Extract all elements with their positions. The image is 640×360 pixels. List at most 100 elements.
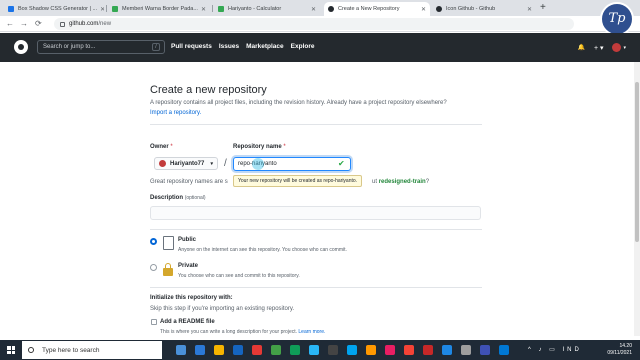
- description-label: Description (optional): [150, 195, 206, 201]
- taskbar-app-icon[interactable]: [404, 345, 414, 355]
- search-icon: [28, 347, 34, 353]
- clock[interactable]: 14.20 09/11/2021: [607, 343, 632, 357]
- create-new-dropdown[interactable]: + ▾: [594, 44, 604, 52]
- taskbar-app-icon[interactable]: [366, 345, 376, 355]
- tab-label: Hariyanto - Calculator: [228, 6, 282, 12]
- optional-note: (optional): [184, 195, 206, 201]
- add-readme-checkbox[interactable]: [151, 319, 157, 325]
- taskbar-search-placeholder: Type here to search: [42, 346, 100, 354]
- name-hint-text: Great repository names are s: [150, 179, 228, 185]
- url-path: /new: [98, 21, 112, 27]
- tab-label: Create a New Repository: [338, 6, 400, 12]
- import-repository-link[interactable]: Import a repository.: [150, 110, 201, 116]
- taskbar-app-icon[interactable]: [309, 345, 319, 355]
- public-title: Public: [178, 237, 197, 243]
- taskbar-app-icon[interactable]: [176, 345, 186, 355]
- close-icon[interactable]: ✕: [97, 6, 104, 13]
- repository-name-input[interactable]: [233, 157, 351, 171]
- add-readme-label[interactable]: Add a README file: [160, 319, 215, 325]
- taskbar-app-icon[interactable]: [271, 345, 281, 355]
- tab-label: Icon Github - Github: [446, 6, 496, 12]
- nav-issues[interactable]: Issues: [219, 43, 239, 50]
- initialize-title: Initialize this repository with:: [150, 295, 233, 301]
- back-arrow-icon[interactable]: ←: [6, 18, 14, 30]
- avatar: [612, 43, 622, 52]
- tab-favicon: [112, 6, 118, 12]
- tab-memberi-warna-border[interactable]: Memberi Warna Border Pada... ✕: [108, 2, 210, 16]
- private-title: Private: [178, 263, 199, 269]
- description-input[interactable]: [150, 206, 481, 220]
- readme-description-text: This is where you can write a long descr…: [160, 329, 298, 335]
- page-title: Create a new repository: [150, 84, 267, 96]
- taskbar-app-icon[interactable]: [423, 345, 433, 355]
- close-icon[interactable]: ✕: [198, 6, 206, 13]
- suggested-name-link[interactable]: redesigned-train: [379, 179, 426, 185]
- url-bar[interactable]: github.com/new: [54, 18, 574, 30]
- divider: [150, 287, 482, 288]
- mouse-cursor-highlight: [252, 158, 264, 170]
- taskbar-app-icon[interactable]: [347, 345, 357, 355]
- bell-icon[interactable]: 🔔: [577, 44, 584, 51]
- page-scrollbar[interactable]: [634, 62, 640, 336]
- url-domain: github.com: [69, 21, 99, 27]
- tab-box-shadow-generator[interactable]: Box Shadow CSS Generator | ... ✕: [4, 2, 104, 16]
- taskbar-app-icon[interactable]: [195, 345, 205, 355]
- learn-more-link[interactable]: Learn more.: [298, 329, 325, 335]
- search-placeholder: Search or jump to...: [43, 44, 96, 50]
- taskbar-app-icon[interactable]: [480, 345, 490, 355]
- nav-explore[interactable]: Explore: [291, 43, 315, 50]
- public-radio[interactable]: [150, 238, 157, 245]
- required-mark: *: [170, 144, 173, 150]
- tab-icon-github[interactable]: Icon Github - Github ✕: [432, 2, 536, 16]
- scrollbar-thumb[interactable]: [635, 82, 639, 242]
- windows-taskbar: Type here to search ^ ♪ ▭ IND 14.20 09/1…: [0, 340, 640, 360]
- taskbar-app-icon[interactable]: [252, 345, 262, 355]
- repo-name-label-text: Repository name: [233, 144, 282, 150]
- suggestion-end: ?: [425, 179, 430, 185]
- owner-select[interactable]: Hariyanto77 ▾: [154, 157, 218, 170]
- taskbar-app-icon[interactable]: [461, 345, 471, 355]
- github-favicon: [328, 6, 334, 12]
- tab-hariyanto-calculator[interactable]: Hariyanto - Calculator ✕: [214, 2, 320, 16]
- close-icon[interactable]: ✕: [524, 6, 532, 13]
- owner-label: Owner *: [150, 144, 173, 150]
- owner-repo-separator: /: [224, 158, 227, 169]
- reload-icon[interactable]: ⟳: [35, 18, 42, 30]
- tab-separator: [106, 5, 107, 12]
- clock-time: 14.20: [619, 343, 632, 349]
- tab-create-new-repository[interactable]: Create a New Repository ✕: [324, 2, 430, 16]
- initialize-description: Skip this step if you're importing an ex…: [150, 306, 295, 312]
- taskbar-app-icon[interactable]: [233, 345, 243, 355]
- browser-tab-strip: Box Shadow CSS Generator | ... ✕ Memberi…: [0, 0, 640, 16]
- suggestion-prefix: ut: [372, 179, 378, 185]
- nav-pull-requests[interactable]: Pull requests: [171, 43, 212, 50]
- required-mark: *: [283, 144, 286, 150]
- close-icon[interactable]: ✕: [308, 6, 316, 13]
- taskbar-app-icon[interactable]: [499, 345, 509, 355]
- taskbar-app-icon[interactable]: [328, 345, 338, 355]
- github-logo-icon[interactable]: [14, 40, 28, 54]
- page-subtitle: A repository contains all project files,…: [150, 100, 447, 106]
- lock-icon: [60, 21, 65, 27]
- private-radio[interactable]: [150, 264, 157, 271]
- taskbar-app-icon[interactable]: [290, 345, 300, 355]
- forward-arrow-icon[interactable]: →: [20, 18, 28, 30]
- taskbar-app-icon[interactable]: [214, 345, 224, 355]
- close-icon[interactable]: ✕: [418, 6, 426, 13]
- taskbar-search-input[interactable]: Type here to search: [22, 341, 162, 359]
- owner-label-text: Owner: [150, 144, 169, 150]
- taskbar-app-icon[interactable]: [385, 345, 395, 355]
- windows-start-icon[interactable]: [7, 346, 15, 354]
- system-tray-icons[interactable]: ^ ♪ ▭ IND: [528, 346, 582, 353]
- new-tab-button[interactable]: +: [540, 3, 546, 13]
- description-label-text: Description: [150, 195, 184, 201]
- github-header: Search or jump to... / Pull requests Iss…: [0, 33, 640, 62]
- nav-marketplace[interactable]: Marketplace: [246, 43, 284, 50]
- owner-value: Hariyanto77: [170, 160, 205, 167]
- user-menu[interactable]: ▾: [612, 43, 626, 52]
- address-bar-row: ← → ⟳ github.com/new: [0, 16, 640, 32]
- tab-separator: [212, 5, 213, 12]
- taskbar-app-icon[interactable]: [442, 345, 452, 355]
- chevron-down-icon: ▾: [623, 44, 626, 51]
- github-search-input[interactable]: Search or jump to... /: [37, 40, 165, 54]
